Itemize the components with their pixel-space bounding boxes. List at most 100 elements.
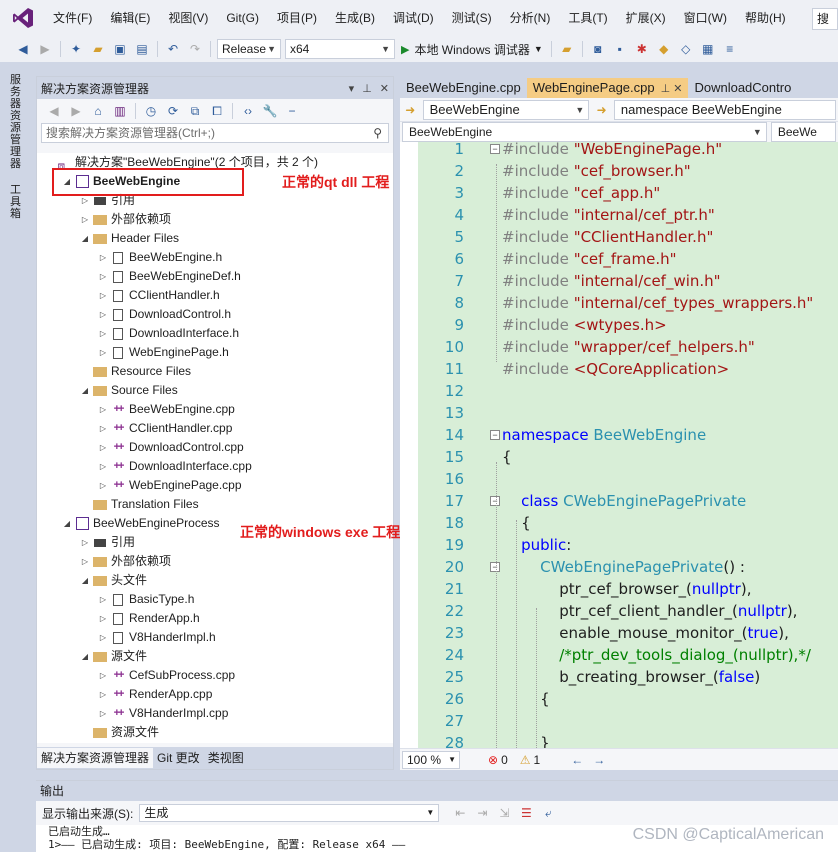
tree-item[interactable]: ◢ BeeWebEngineProcess [61,514,220,533]
collapsed-arrow-icon[interactable]: ▷ [97,590,109,609]
home-icon[interactable]: ⌂ [89,102,107,120]
collapsed-arrow-icon[interactable]: ▷ [97,324,109,343]
start-debugging-button[interactable]: ▶ 本地 Windows 调试器 ▼ [397,39,547,59]
expanded-arrow-icon[interactable]: ◢ [61,514,73,533]
collapsed-arrow-icon[interactable]: ▷ [97,457,109,476]
panel-tab[interactable]: 类视图 [204,748,248,768]
open-folder-icon[interactable]: ▰ [89,40,107,58]
collapse-all-icon[interactable]: ⧉ [186,102,204,120]
show-all-files-icon[interactable]: ⧠ [208,102,226,120]
tree-item[interactable]: ▷ RenderApp.h [97,609,200,628]
forward-icon[interactable]: ▶ [67,102,85,120]
expanded-arrow-icon[interactable]: ◢ [79,381,91,400]
panel-tab[interactable]: Git 更改 [153,748,204,768]
code-area[interactable]: 1− #include "WebEnginePage.h" 2 #include "c… [400,142,838,748]
fold-toggle-icon[interactable]: − [490,144,500,154]
tree-item[interactable]: ▷ BeeWebEngine.h [97,248,222,267]
redo-icon[interactable]: ↷ [186,40,204,58]
tree-item[interactable]: ▷ ++ DownloadControl.cpp [97,438,244,457]
go-to-next-message-icon[interactable]: ⇥ [473,804,491,822]
menu-item[interactable]: 工具(T) [559,6,616,30]
switch-views-icon[interactable]: ▥ [111,102,129,120]
next-issue-icon[interactable]: → [590,751,608,769]
zoom-select[interactable]: 100 % ▼ [402,750,460,769]
tree-item[interactable]: ▷ 引用 [79,533,135,552]
navigate-back-icon[interactable]: ◀ [14,40,32,58]
collapsed-arrow-icon[interactable]: ▷ [97,628,109,647]
qt-designer-icon[interactable]: ◆ [655,40,673,58]
menu-item[interactable]: Git(G) [217,6,268,30]
warning-count[interactable]: ⚠ 1 [520,753,540,767]
editor-tab[interactable]: DownloadContro [688,78,797,98]
tree-item[interactable]: ▷ ++ DownloadInterface.cpp [97,457,252,476]
tree-item[interactable]: ▷ BasicType.h [97,590,194,609]
tree-item[interactable]: Resource Files [79,362,191,381]
tree-item[interactable]: ▷ DownloadInterface.h [97,324,239,343]
collapsed-arrow-icon[interactable]: ▷ [79,210,91,229]
collapsed-arrow-icon[interactable]: ▷ [79,533,91,552]
collapsed-arrow-icon[interactable]: ▷ [97,343,109,362]
preview-icon[interactable]: − [283,102,301,120]
tree-item[interactable]: 资源文件 [79,723,159,742]
collapsed-arrow-icon[interactable]: ▷ [97,609,109,628]
tree-item[interactable]: ▷ ++ CefSubProcess.cpp [97,666,235,685]
collapsed-arrow-icon[interactable]: ▷ [97,248,109,267]
qt-linguist-icon[interactable]: ◇ [677,40,695,58]
find-in-files-icon[interactable]: ▰ [558,40,576,58]
menu-item[interactable]: 分析(N) [501,6,560,30]
tree-item[interactable]: ◢ 源文件 [79,647,147,666]
menu-item[interactable]: 测试(S) [443,6,501,30]
collapsed-arrow-icon[interactable]: ▷ [97,704,109,723]
menu-item[interactable]: 生成(B) [326,6,384,30]
navigate-forward-icon[interactable]: ▶ [36,40,54,58]
menu-item[interactable]: 文件(F) [44,6,101,30]
tree-item[interactable]: Translation Files [79,495,199,514]
editor-tab[interactable]: BeeWebEngine.cpp [400,78,527,98]
tree-item[interactable]: ◢ Header Files [79,229,179,248]
project-dropdown[interactable]: BeeWebEngine ▼ [422,99,590,120]
tree-item[interactable]: ▷ V8HanderImpl.h [97,628,216,647]
output-source-select[interactable]: 生成 ▼ [139,804,440,822]
menu-item[interactable]: 扩展(X) [617,6,675,30]
save-icon[interactable]: ▣ [111,40,129,58]
expanded-arrow-icon[interactable]: ◢ [79,647,91,666]
tree-item[interactable]: ◢ Source Files [79,381,178,400]
find-message-icon[interactable]: ⇲ [495,804,513,822]
tree-item[interactable]: ▷ ++ V8HanderImpl.cpp [97,704,228,723]
menu-item[interactable]: 窗口(W) [675,6,736,30]
solution-search-input[interactable]: 搜索解决方案资源管理器(Ctrl+;) ⚲ [41,123,389,143]
platform-select[interactable]: x64 ▼ [285,39,395,59]
type-dropdown[interactable]: BeeWebEngine ▼ [402,122,767,142]
previous-issue-icon[interactable]: ← [568,751,586,769]
window-position-icon[interactable]: ▾ [349,82,355,95]
tree-item[interactable]: ▷ WebEnginePage.h [97,343,229,362]
qt-settings-icon[interactable]: ✱ [633,40,651,58]
word-wrap-icon[interactable]: ⤶ [539,804,557,822]
view-code-icon[interactable]: ‹› [239,102,257,120]
collapsed-arrow-icon[interactable]: ▷ [97,666,109,685]
save-all-icon[interactable]: ▤ [133,40,151,58]
format-icon[interactable]: ▦ [699,40,717,58]
menu-item[interactable]: 调试(D) [384,6,443,30]
visual-studio-logo-icon[interactable] [8,0,38,36]
comment-icon[interactable]: ≡ [721,40,739,58]
tree-item[interactable]: ▷ 外部依赖项 [79,552,171,571]
menu-item[interactable]: 编辑(E) [101,6,159,30]
collapsed-arrow-icon[interactable]: ▷ [97,267,109,286]
undo-icon[interactable]: ↶ [164,40,182,58]
search-field[interactable]: 搜 [812,8,838,30]
back-icon[interactable]: ◀ [45,102,63,120]
collapsed-arrow-icon[interactable]: ▷ [97,476,109,495]
tree-item[interactable]: ▷ ++ BeeWebEngine.cpp [97,400,235,419]
fold-toggle-icon[interactable]: − [490,496,500,506]
new-item-icon[interactable]: ✦ [67,40,85,58]
menu-item[interactable]: 视图(V) [159,6,217,30]
collapsed-arrow-icon[interactable]: ▷ [79,552,91,571]
tree-item[interactable]: ▷ DownloadControl.h [97,305,231,324]
server-explorer-tab[interactable]: 服务器资源管理器 [10,74,24,170]
collapsed-arrow-icon[interactable]: ▷ [97,400,109,419]
configuration-select[interactable]: Release ▼ [217,39,281,59]
tab-close-icon[interactable]: ⊥ ✕ [661,83,683,95]
collapsed-arrow-icon[interactable]: ▷ [97,685,109,704]
collapsed-arrow-icon[interactable]: ▷ [97,419,109,438]
